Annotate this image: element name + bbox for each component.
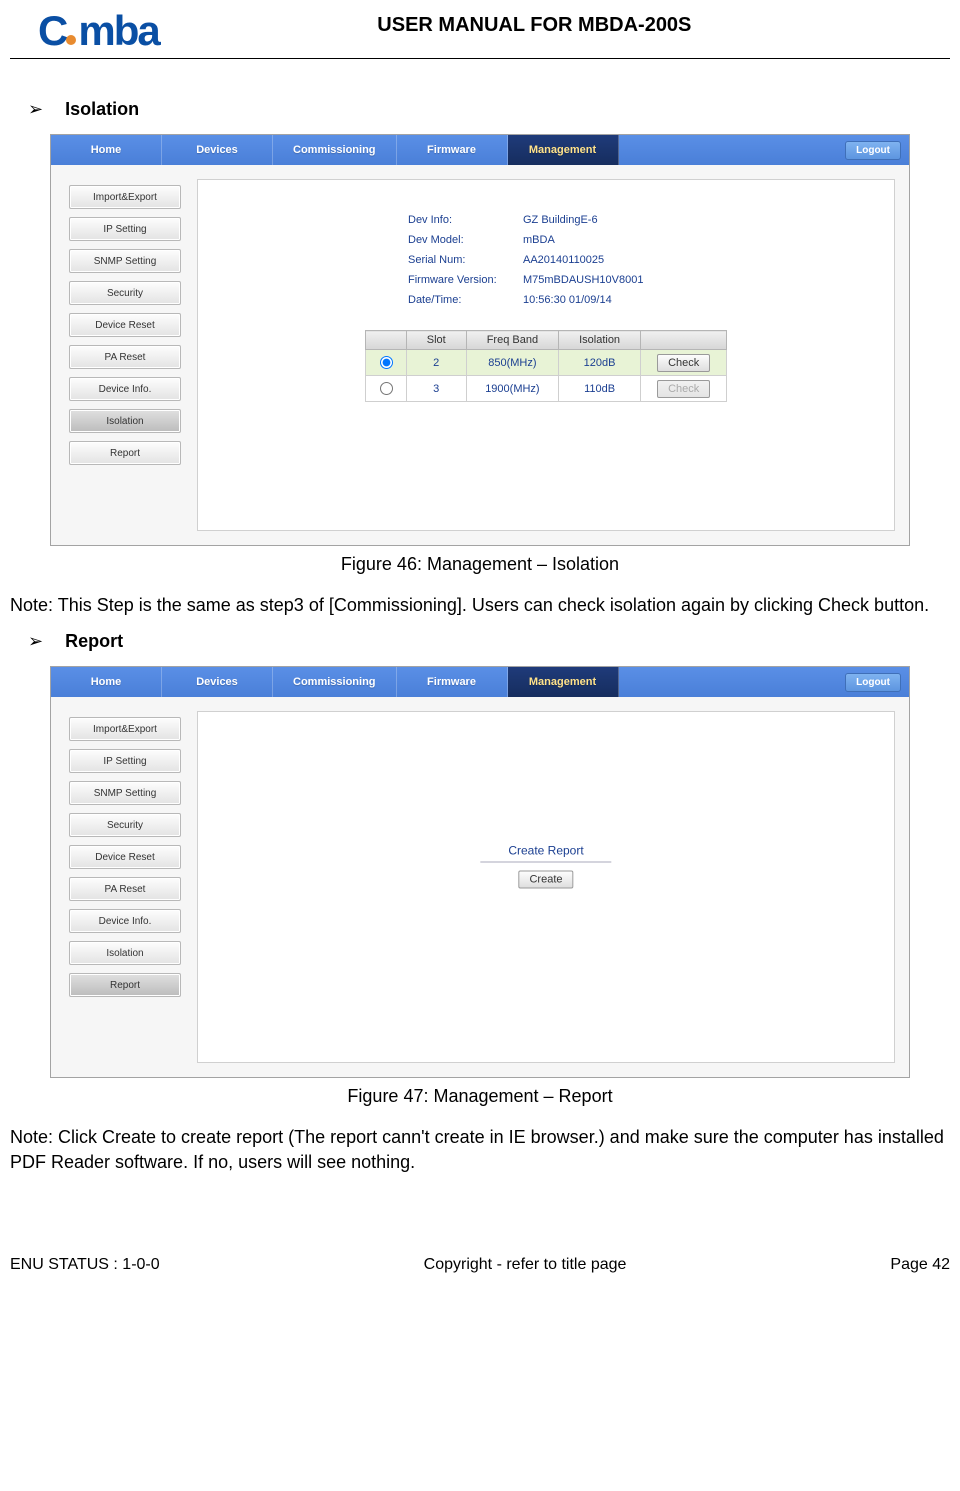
sidebar-item-ip-setting[interactable]: IP Setting: [69, 217, 181, 241]
tab-devices[interactable]: Devices: [162, 135, 273, 165]
top-nav: Home Devices Commissioning Firmware Mana…: [51, 135, 909, 165]
figure-47-caption: Figure 47: Management – Report: [10, 1086, 950, 1107]
sidebar-item-isolation[interactable]: Isolation: [69, 409, 181, 433]
sidebar-item-report[interactable]: Report: [69, 973, 181, 997]
th-slot: Slot: [406, 331, 466, 350]
heading-isolation: ➢ Isolation: [28, 99, 950, 120]
tab-commissioning[interactable]: Commissioning: [273, 667, 397, 697]
th-freq-band: Freq Band: [466, 331, 558, 350]
label-dev-info: Dev Info:: [408, 210, 523, 230]
value-serial-num: AA20140110025: [523, 250, 604, 270]
tab-firmware[interactable]: Firmware: [397, 135, 508, 165]
cell-slot: 2: [406, 350, 466, 376]
check-button[interactable]: Check: [657, 354, 710, 372]
isolation-table: Slot Freq Band Isolation 2 850(MHz) 120d…: [365, 330, 728, 402]
sidebar-item-device-reset[interactable]: Device Reset: [69, 845, 181, 869]
cell-slot: 3: [406, 376, 466, 402]
tab-firmware[interactable]: Firmware: [397, 667, 508, 697]
label-dev-model: Dev Model:: [408, 230, 523, 250]
create-button[interactable]: Create: [518, 871, 573, 889]
doc-title: USER MANUAL FOR MBDA-200S: [119, 14, 950, 37]
tab-devices[interactable]: Devices: [162, 667, 273, 697]
label-firmware-version: Firmware Version:: [408, 270, 523, 290]
sidebar-item-snmp-setting[interactable]: SNMP Setting: [69, 249, 181, 273]
sidebar-item-security[interactable]: Security: [69, 813, 181, 837]
main-panel-report: Create Report Create: [197, 711, 895, 1063]
cell-isolation: 120dB: [559, 350, 641, 376]
check-button: Check: [657, 380, 710, 398]
sidebar-item-isolation[interactable]: Isolation: [69, 941, 181, 965]
slot-radio[interactable]: [380, 356, 393, 369]
main-panel-isolation: Dev Info:GZ BuildingE-6 Dev Model:mBDA S…: [197, 179, 895, 531]
sidebar-item-pa-reset[interactable]: PA Reset: [69, 345, 181, 369]
tab-commissioning[interactable]: Commissioning: [273, 135, 397, 165]
sidebar-item-pa-reset[interactable]: PA Reset: [69, 877, 181, 901]
th-isolation: Isolation: [559, 331, 641, 350]
footer-left: ENU STATUS : 1-0-0: [10, 1256, 160, 1274]
value-date-time: 10:56:30 01/09/14: [523, 290, 612, 310]
top-nav: Home Devices Commissioning Firmware Mana…: [51, 667, 909, 697]
tab-management[interactable]: Management: [508, 667, 619, 697]
sidebar-item-ip-setting[interactable]: IP Setting: [69, 749, 181, 773]
bullet-icon: ➢: [28, 99, 43, 120]
heading-text: Isolation: [65, 99, 139, 120]
logout-button[interactable]: Logout: [845, 673, 901, 692]
slot-radio[interactable]: [380, 382, 393, 395]
sidebar-item-device-info[interactable]: Device Info.: [69, 377, 181, 401]
figure-46: Home Devices Commissioning Firmware Mana…: [50, 134, 910, 546]
value-firmware-version: M75mBDAUSH10V8001: [523, 270, 643, 290]
sidebar-item-report[interactable]: Report: [69, 441, 181, 465]
table-row: 2 850(MHz) 120dB Check: [365, 350, 727, 376]
note-isolation: Note: This Step is the same as step3 of …: [10, 593, 950, 617]
label-date-time: Date/Time:: [408, 290, 523, 310]
heading-text: Report: [65, 631, 123, 652]
tab-management[interactable]: Management: [508, 135, 619, 165]
label-serial-num: Serial Num:: [408, 250, 523, 270]
logout-button[interactable]: Logout: [845, 141, 901, 160]
footer-right: Page 42: [890, 1256, 950, 1274]
table-header-row: Slot Freq Band Isolation: [365, 331, 727, 350]
sidebar-item-import-export[interactable]: Import&Export: [69, 717, 181, 741]
bullet-icon: ➢: [28, 631, 43, 652]
sidebar: Import&Export IP Setting SNMP Setting Se…: [51, 697, 191, 1077]
sidebar-item-device-reset[interactable]: Device Reset: [69, 313, 181, 337]
value-dev-info: GZ BuildingE-6: [523, 210, 598, 230]
cell-isolation: 110dB: [559, 376, 641, 402]
footer-center: Copyright - refer to title page: [424, 1256, 627, 1274]
value-dev-model: mBDA: [523, 230, 555, 250]
figure-46-caption: Figure 46: Management – Isolation: [10, 554, 950, 575]
sidebar-item-device-info[interactable]: Device Info.: [69, 909, 181, 933]
sidebar-item-security[interactable]: Security: [69, 281, 181, 305]
note-report: Note: Click Create to create report (The…: [10, 1125, 950, 1174]
table-row: 3 1900(MHz) 110dB Check: [365, 376, 727, 402]
cell-band: 850(MHz): [466, 350, 558, 376]
heading-report: ➢ Report: [28, 631, 950, 652]
figure-47: Home Devices Commissioning Firmware Mana…: [50, 666, 910, 1078]
page-footer: ENU STATUS : 1-0-0 Copyright - refer to …: [10, 1252, 950, 1274]
th-action: [641, 331, 727, 350]
tab-home[interactable]: Home: [51, 667, 162, 697]
device-info-block: Dev Info:GZ BuildingE-6 Dev Model:mBDA S…: [408, 210, 894, 310]
sidebar: Import&Export IP Setting SNMP Setting Se…: [51, 165, 191, 545]
divider: [10, 58, 950, 59]
create-report-title: Create Report: [480, 844, 611, 863]
tab-home[interactable]: Home: [51, 135, 162, 165]
sidebar-item-snmp-setting[interactable]: SNMP Setting: [69, 781, 181, 805]
th-radio: [365, 331, 406, 350]
sidebar-item-import-export[interactable]: Import&Export: [69, 185, 181, 209]
create-report-box: Create Report Create: [480, 844, 611, 889]
cell-band: 1900(MHz): [466, 376, 558, 402]
